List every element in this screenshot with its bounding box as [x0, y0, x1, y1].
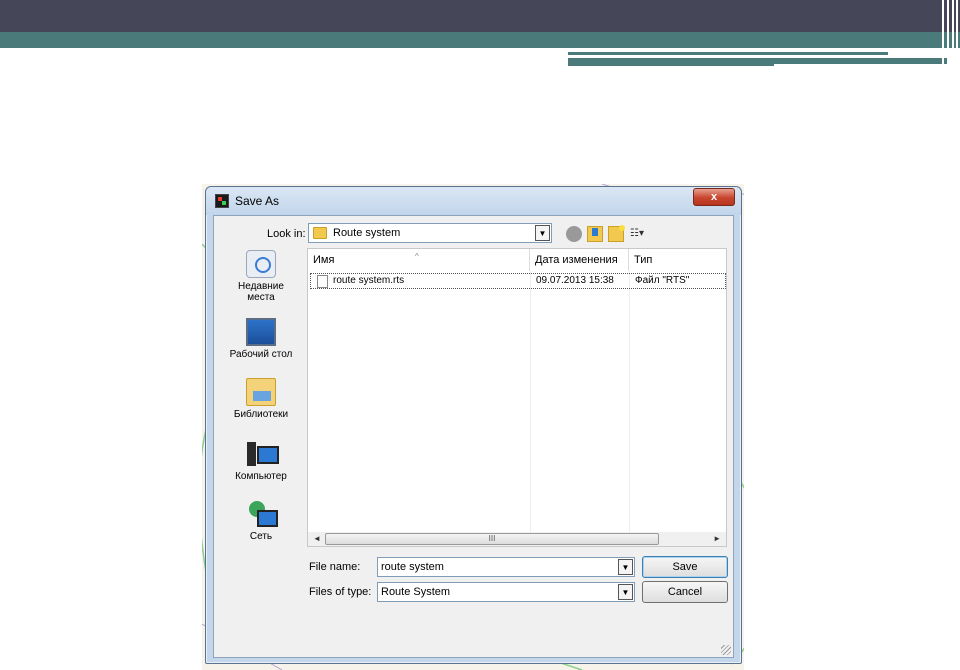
sort-arrow-icon: ^: [415, 252, 419, 261]
places-bar: Недавние места Рабочий стол Библиотеки К…: [216, 248, 306, 548]
close-button[interactable]: x: [693, 188, 735, 206]
back-icon[interactable]: [566, 226, 582, 242]
file-list[interactable]: Имя ^ Дата изменения Тип route system.rt…: [307, 248, 727, 547]
file-name-label: File name:: [309, 561, 361, 573]
up-folder-icon[interactable]: [587, 226, 603, 242]
place-label: Рабочий стол: [229, 349, 293, 360]
column-divider: [629, 271, 630, 533]
place-libraries[interactable]: Библиотеки: [216, 378, 306, 420]
file-row[interactable]: route system.rts 09.07.2013 15:38 Файл "…: [310, 273, 726, 289]
horizontal-scrollbar[interactable]: ◄ III ►: [308, 532, 726, 546]
file-type: Файл "RTS": [635, 275, 690, 286]
place-network[interactable]: Сеть: [216, 500, 306, 542]
look-in-dropdown[interactable]: Route system ▼: [308, 223, 552, 243]
dialog-titlebar[interactable]: Save As x: [206, 187, 741, 215]
scroll-left-icon[interactable]: ◄: [313, 534, 321, 543]
new-folder-icon[interactable]: [608, 225, 625, 242]
place-computer[interactable]: Компьютер: [216, 440, 306, 482]
scroll-thumb[interactable]: III: [325, 533, 659, 545]
column-header-type[interactable]: Тип: [629, 249, 726, 271]
save-button[interactable]: Save: [642, 556, 728, 578]
dialog-title: Save As: [235, 194, 280, 208]
place-recent[interactable]: Недавние места: [216, 250, 306, 303]
place-label: Компьютер: [235, 471, 287, 482]
file-modified: 09.07.2013 15:38: [536, 275, 614, 286]
file-name-value: route system: [381, 561, 444, 573]
look-in-label: Look in:: [267, 228, 306, 240]
desktop-icon: [246, 318, 276, 346]
file-type-label: Files of type:: [309, 586, 372, 598]
slide-accent-line: [568, 62, 774, 66]
chevron-down-icon[interactable]: ▼: [618, 584, 633, 600]
column-header-name[interactable]: Имя ^: [308, 249, 530, 271]
slide-header-band: [0, 0, 960, 32]
libraries-icon: [246, 378, 276, 406]
save-as-dialog: Save As x Look in: Route system ▼ ☷▾ Нед…: [205, 186, 742, 664]
file-icon: [317, 275, 328, 288]
recent-places-icon: [246, 250, 276, 278]
column-divider: [530, 271, 531, 533]
slide-decor-bars: [936, 0, 960, 64]
place-desktop[interactable]: Рабочий стол: [216, 318, 306, 360]
view-menu-icon[interactable]: ☷▾: [630, 226, 652, 242]
cancel-button[interactable]: Cancel: [642, 581, 728, 603]
network-icon: [246, 500, 278, 528]
column-header-label: Имя: [313, 254, 335, 266]
column-header-modified[interactable]: Дата изменения: [530, 249, 629, 271]
look-in-value: Route system: [333, 227, 401, 239]
dialog-client-area: Look in: Route system ▼ ☷▾ Недавние мест…: [213, 215, 734, 658]
place-label: Недавние места: [238, 281, 284, 303]
place-label: Библиотеки: [233, 409, 289, 420]
resize-grip-icon[interactable]: [721, 645, 731, 655]
place-label: Сеть: [249, 531, 273, 542]
chevron-down-icon[interactable]: ▼: [535, 225, 550, 241]
computer-icon: [246, 440, 279, 468]
file-name-input[interactable]: route system ▼: [377, 557, 635, 577]
chevron-down-icon[interactable]: ▼: [618, 559, 633, 575]
scroll-right-icon[interactable]: ►: [713, 534, 721, 543]
app-icon: [215, 194, 229, 208]
slide-accent-band: [0, 32, 960, 48]
slide-accent-line: [568, 52, 888, 55]
file-type-value: Route System: [381, 586, 451, 598]
file-name: route system.rts: [333, 275, 405, 286]
folder-icon: [313, 227, 327, 239]
file-type-select[interactable]: Route System ▼: [377, 582, 635, 602]
